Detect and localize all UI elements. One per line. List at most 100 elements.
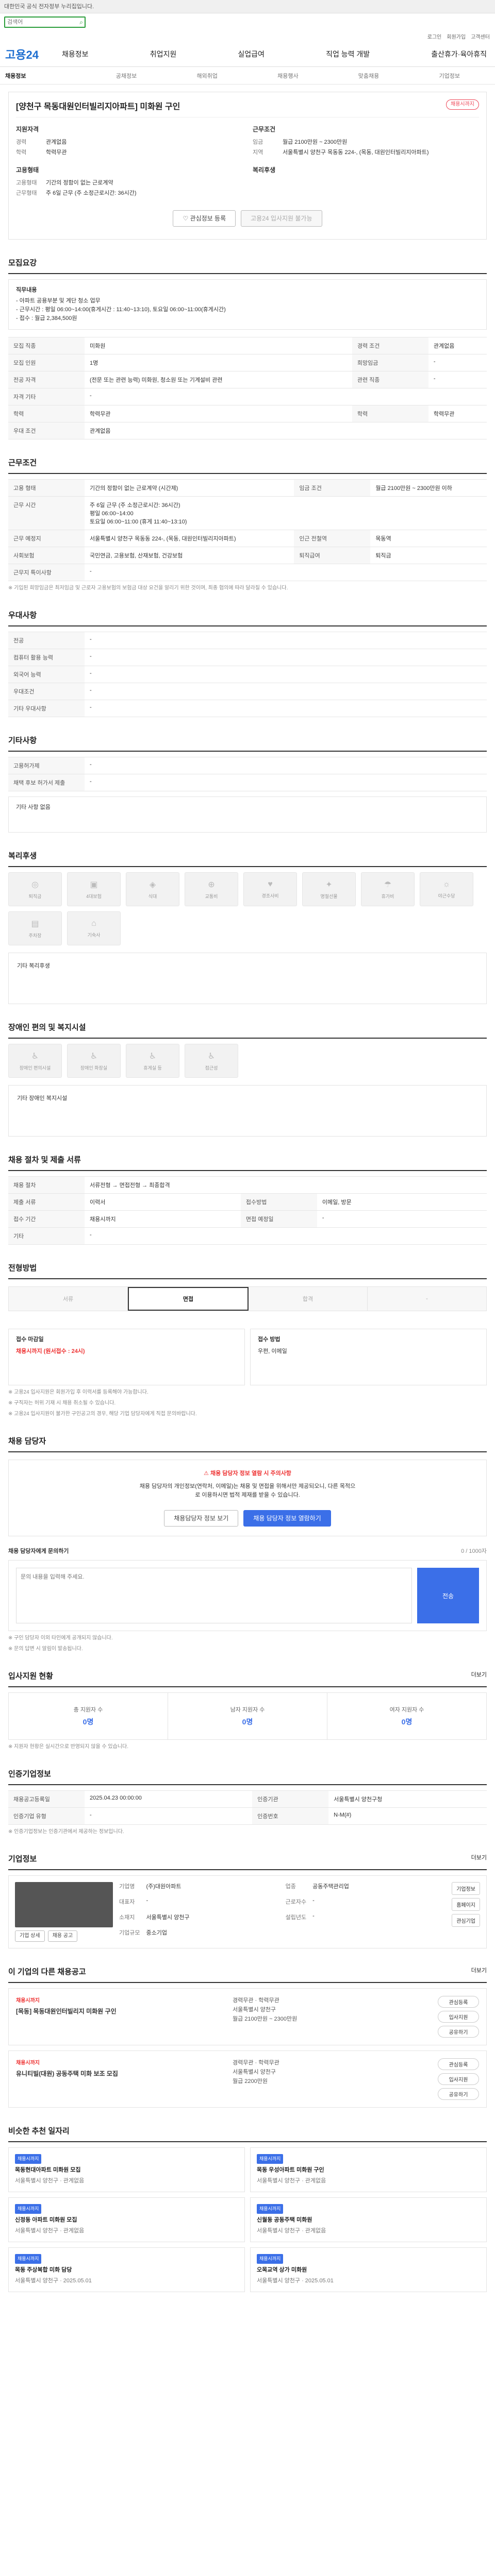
recommend-card[interactable]: 채용시까지 목동현대아파트 미화원 모집 서울특별시 양천구 · 관계없음 bbox=[8, 2147, 245, 2192]
recommend-card[interactable]: 채용시까지 오목교역 상가 미화원 서울특별시 양천구 · 2025.05.01 bbox=[250, 2247, 487, 2292]
company-card: 기업 상세 채용 공고 기업명 (주)대원아파트 업종 공동주택관리업 대표자 - 근로자수… bbox=[8, 1875, 487, 1948]
job-title: [양천구 목동대원인터빌리지아파트] 미화원 구인 bbox=[16, 97, 479, 117]
table-label: 근무 시간 bbox=[8, 496, 85, 530]
recommend-card[interactable]: 채용시까지 신월동 공동주택 미화원 서울특별시 양천구 · 관계없음 bbox=[250, 2197, 487, 2242]
recommend-title[interactable]: 신정동 아파트 미화원 모집 bbox=[15, 2216, 238, 2225]
alert-text: 채용 담당자의 개인정보(연락처, 이메일)는 채용 및 면접을 위해서만 제공… bbox=[139, 1483, 356, 1498]
method-heading: 접수 방법 bbox=[258, 1336, 280, 1343]
site-logo[interactable]: 고용24 bbox=[5, 46, 62, 62]
table-value: 서울특별시 양천구 목동동 224-, (목동, 대원인터빌리지아파트) bbox=[85, 530, 294, 547]
recommend-card[interactable]: 채용시까지 신정동 아파트 미화원 모집 서울특별시 양천구 · 관계없음 bbox=[8, 2197, 245, 2242]
table-row: 제출 서류 이력서 접수방법 이메일, 방문 bbox=[8, 1193, 487, 1211]
signup-link[interactable]: 회원가입 bbox=[447, 32, 466, 40]
deadline-tag: 채용시까지 bbox=[15, 2154, 42, 2164]
table-value: 채용시까지 bbox=[85, 1210, 241, 1228]
menu-support[interactable]: 취업지원 bbox=[150, 49, 177, 59]
menu-leave[interactable]: 출산휴가·육아휴직 bbox=[431, 49, 487, 59]
recommend-title[interactable]: 목동현대아파트 미화원 모집 bbox=[15, 2166, 238, 2175]
company-value: - bbox=[312, 1897, 315, 1904]
menu-jobs[interactable]: 채용정보 bbox=[62, 49, 89, 59]
action-button[interactable]: 관심등록 bbox=[438, 1996, 479, 2008]
homepage-button[interactable]: 홈페이지 bbox=[452, 1898, 480, 1911]
subnav-events[interactable]: 채용행사 bbox=[248, 72, 328, 80]
action-button[interactable]: 공유하기 bbox=[438, 2026, 479, 2038]
fav-company-button[interactable]: 관심기업 bbox=[452, 1914, 480, 1927]
recommend-head: 채용시까지 bbox=[15, 2254, 238, 2264]
table-value: N-M(#) bbox=[328, 1807, 487, 1825]
login-link[interactable]: 로그인 bbox=[427, 32, 442, 40]
subnav-custom[interactable]: 맞춤채용 bbox=[328, 72, 409, 80]
inquiry-textarea[interactable] bbox=[16, 1568, 412, 1623]
table-row: 기타 우대사항 - bbox=[8, 700, 487, 717]
company-info-button[interactable]: 기업정보 bbox=[452, 1882, 480, 1895]
subnav-company[interactable]: 기업정보 bbox=[409, 72, 490, 80]
company-jobs-button[interactable]: 채용 공고 bbox=[47, 1930, 78, 1942]
disability-item: ♿ 접근성 bbox=[185, 1044, 238, 1078]
view-contact-button[interactable]: 채용담당자 정보 보기 bbox=[164, 1510, 239, 1527]
other-job-card[interactable]: 채용시까지 [목동] 목동대원인터빌리지 미화원 구인 경력무관 · 학력무관 서울특… bbox=[8, 1988, 487, 2045]
table-value: - bbox=[85, 700, 487, 717]
welfare-icon: ▤ bbox=[31, 919, 39, 928]
accessibility-icon: ♿ bbox=[31, 1052, 39, 1061]
action-button[interactable]: 공유하기 bbox=[438, 2088, 479, 2100]
inquiry-send-button[interactable]: 전송 bbox=[417, 1568, 479, 1623]
subnav-overseas[interactable]: 해외취업 bbox=[167, 72, 248, 80]
more-link[interactable]: 더보기 bbox=[471, 1853, 487, 1864]
recommend-card[interactable]: 채용시까지목동 주상복합 미화 담당서울특별시 양천구 · 2025.05.01 bbox=[8, 2247, 245, 2292]
action-button[interactable]: 관심등록 bbox=[438, 2058, 479, 2070]
action-button[interactable]: 입사지원 bbox=[438, 2073, 479, 2085]
search-icon[interactable]: ⌕ bbox=[79, 19, 83, 26]
subnav-jobs[interactable]: 채용정보 bbox=[5, 72, 86, 80]
search-box[interactable]: ⌕ bbox=[4, 16, 86, 28]
apply-disabled-button[interactable]: 고용24 입사지원 불가능 bbox=[241, 210, 322, 227]
table-label: 외국어 능력 bbox=[8, 666, 85, 683]
open-contact-button[interactable]: 채용 담당자 정보 열람하기 bbox=[243, 1510, 331, 1527]
deadline-tag: 채용시까지 bbox=[257, 2204, 284, 2214]
other-job-card[interactable]: 채용시까지 유니티빌(대원) 공동주택 미화 보조 모집 경력무관 · 학력무관 서울… bbox=[8, 2050, 487, 2108]
table-label: 근무 예정지 bbox=[8, 530, 85, 547]
warning-icon: ⚠ bbox=[204, 1470, 210, 1477]
other-job-title[interactable]: [목동] 목동대원인터빌리지 미화원 구인 bbox=[16, 2007, 233, 2015]
scrap-button[interactable]: ♡ 관심정보 등록 bbox=[173, 210, 236, 227]
welfare-label: 퇴직금 bbox=[28, 893, 42, 899]
recommend-card[interactable]: 채용시까지 목동 우성아파트 미화원 구인 서울특별시 양천구 · 관계없음 bbox=[250, 2147, 487, 2192]
company-value: (주)대원아파트 bbox=[146, 1884, 182, 1890]
other-job-title[interactable]: 유니티빌(대원) 공동주택 미화 보조 모집 bbox=[16, 2069, 233, 2078]
subnav-public[interactable]: 공채정보 bbox=[86, 72, 167, 80]
welfare-label: 식대 bbox=[148, 893, 157, 899]
recommend-title[interactable]: 신월동 공동주택 미화원 bbox=[257, 2216, 480, 2225]
stat-value: 0명 bbox=[401, 1718, 412, 1726]
section-heading: 비슷한 추천 일자리 bbox=[8, 2125, 487, 2142]
heart-icon: ♡ bbox=[183, 215, 190, 222]
deadline-tag: 채용시까지 bbox=[16, 2060, 40, 2066]
table-row: 기타 - bbox=[8, 1227, 487, 1245]
menu-benefit[interactable]: 실업급여 bbox=[238, 49, 265, 59]
more-link[interactable]: 더보기 bbox=[471, 1966, 487, 1977]
company-detail-button[interactable]: 기업 상세 bbox=[15, 1930, 45, 1942]
recommend-title[interactable]: 목동 우성아파트 미화원 구인 bbox=[257, 2166, 480, 2175]
table-label: 모집 직종 bbox=[8, 337, 85, 354]
table-row: 우대 조건 관계없음 bbox=[8, 422, 487, 439]
search-input[interactable] bbox=[5, 18, 67, 27]
help-link[interactable]: 고객센터 bbox=[471, 32, 490, 40]
welfare-item: ▣ 4대보험 bbox=[67, 872, 121, 906]
table-cell bbox=[294, 496, 487, 530]
table-label: 면접 예정일 bbox=[240, 1210, 317, 1228]
status-badge: 채용시까지 bbox=[446, 99, 479, 110]
kv-key: 근무형태 bbox=[16, 190, 37, 196]
action-button[interactable]: 입사지원 bbox=[438, 2011, 479, 2023]
recommend-meta: 서울특별시 양천구 · 관계없음 bbox=[15, 2228, 85, 2234]
more-link[interactable]: 더보기 bbox=[471, 1670, 487, 1681]
procedure-table: 채용 절차 서류전형 → 면접전형 → 최종합격 제출 서류 이력서 접수방법 이메일, … bbox=[8, 1176, 487, 1245]
menu-training[interactable]: 직업 능력 개발 bbox=[326, 49, 370, 59]
etc-table: 고용허가제 - 채택 후보 허가서 제출 - bbox=[8, 757, 487, 791]
table-value: 2025.04.23 00:00:00 bbox=[85, 1790, 253, 1808]
recommend-title[interactable]: 오목교역 상가 미화원 bbox=[257, 2266, 480, 2275]
recommend-title[interactable]: 목동 주상복합 미화 담당 bbox=[15, 2266, 238, 2275]
section-heading: 복리후생 bbox=[8, 850, 487, 867]
kv-value: 학력무관 bbox=[46, 149, 67, 156]
recommend-meta: 서울특별시 양천구 · 2025.05.01 bbox=[15, 2278, 92, 2284]
table-value: 관계없음 bbox=[85, 422, 352, 439]
kv-value: 주 6일 근무 (주 소정근로시간: 36시간) bbox=[46, 190, 137, 196]
table-value: - bbox=[317, 1210, 487, 1228]
